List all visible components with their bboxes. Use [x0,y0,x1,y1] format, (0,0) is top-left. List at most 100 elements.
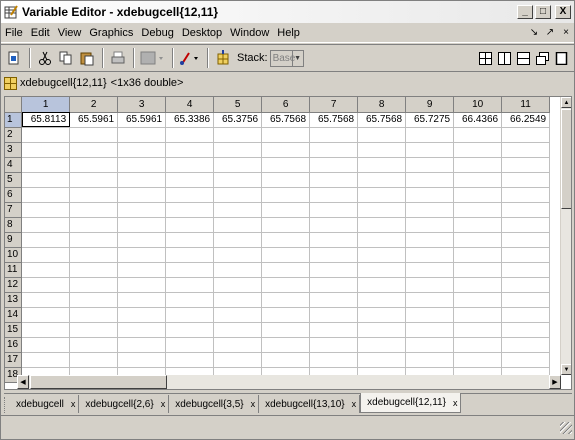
column-header[interactable]: 5 [213,97,263,113]
grid-cell[interactable] [501,157,551,173]
grid-cell[interactable] [501,232,551,248]
row-header[interactable]: 7 [5,202,23,218]
grid-cell[interactable] [165,202,215,218]
grid-cell[interactable] [453,262,503,278]
grid-cell[interactable] [357,202,407,218]
grid-cell[interactable] [117,232,167,248]
grid-cell[interactable] [69,322,119,338]
grid-cell[interactable] [117,352,167,368]
document-tab[interactable]: xdebugcell x [10,395,80,413]
row-header[interactable]: 11 [5,262,23,278]
document-tab[interactable]: xdebugcell{2,6} x [79,395,170,413]
grid-cell[interactable] [453,247,503,263]
grid-cell[interactable] [213,337,263,353]
grid-cell[interactable]: 65.7568 [357,112,407,128]
document-tab[interactable]: xdebugcell{3,5} x [169,395,260,413]
vertical-scrollbar[interactable]: ▲ ▼ [560,97,571,375]
grid-cell[interactable] [405,307,455,323]
column-header[interactable]: 4 [165,97,215,113]
top-bottom-icon[interactable] [515,50,532,67]
grid-cell[interactable] [213,247,263,263]
grid-cell[interactable] [357,292,407,308]
grid-cell[interactable] [501,322,551,338]
row-header[interactable]: 3 [5,142,23,158]
row-header[interactable]: 17 [5,352,23,368]
column-header[interactable]: 7 [309,97,359,113]
grid-cell[interactable] [309,307,359,323]
grid-cell[interactable] [69,187,119,203]
grid-cell[interactable] [309,127,359,143]
menu-desktop[interactable]: Desktop [178,27,226,39]
grid-cell[interactable] [165,217,215,233]
grid-cell[interactable] [501,277,551,293]
grid-cell[interactable]: 65.7568 [261,112,311,128]
vertical-scroll-thumb[interactable] [561,109,571,209]
grid-cell[interactable] [309,232,359,248]
grid-cell[interactable] [357,157,407,173]
paste-icon[interactable] [77,48,97,68]
grid-cell[interactable] [21,352,71,368]
row-header[interactable]: 1 [5,112,23,128]
grid-cell[interactable] [261,337,311,353]
grid-cell[interactable] [453,202,503,218]
grid-cell[interactable] [405,127,455,143]
grid-cell[interactable] [261,352,311,368]
grid-cell[interactable] [21,262,71,278]
grid-cell[interactable] [117,262,167,278]
row-header[interactable]: 9 [5,232,23,248]
grid-cell[interactable] [357,172,407,188]
grid-cell[interactable] [213,142,263,158]
grid-cell[interactable] [453,337,503,353]
menu-window[interactable]: Window [226,27,273,39]
grid-cell[interactable] [357,352,407,368]
grid-cell[interactable] [357,337,407,353]
grid-cell[interactable] [405,172,455,188]
grid-cell[interactable] [309,292,359,308]
menu-graphics[interactable]: Graphics [85,27,137,39]
grid-cell[interactable] [357,142,407,158]
grid-cell[interactable] [309,337,359,353]
grid-cell[interactable] [501,172,551,188]
grid-cell[interactable] [357,277,407,293]
grid-cell[interactable] [213,322,263,338]
scroll-down-icon[interactable]: ▼ [561,364,571,375]
column-header[interactable]: 3 [117,97,167,113]
column-header[interactable]: 6 [261,97,311,113]
grid-cell[interactable] [165,127,215,143]
grid-cell[interactable] [453,322,503,338]
grid-cell[interactable] [261,127,311,143]
row-header[interactable]: 4 [5,157,23,173]
grid-cell[interactable] [165,157,215,173]
scroll-up-icon[interactable]: ▲ [561,97,571,108]
grid-cell[interactable] [405,157,455,173]
grid-cell[interactable] [69,232,119,248]
grid-cell[interactable]: 65.3386 [165,112,215,128]
grid-cell[interactable] [453,172,503,188]
menu-help[interactable]: Help [273,27,304,39]
grid-cell[interactable] [405,232,455,248]
grid-cell[interactable] [405,352,455,368]
grid-cell[interactable] [117,292,167,308]
grid-cell[interactable] [213,277,263,293]
column-header[interactable]: 1 [21,97,71,113]
grid-cell[interactable] [501,187,551,203]
grid-cell[interactable] [165,262,215,278]
grid-cell[interactable] [357,127,407,143]
grid-cell[interactable] [405,262,455,278]
grid-cell[interactable] [309,142,359,158]
grid-cell[interactable] [309,352,359,368]
maximize-icon[interactable] [553,50,570,67]
print-icon[interactable] [108,48,128,68]
grid-cell[interactable] [117,322,167,338]
grid-cell[interactable] [21,247,71,263]
tile-icon[interactable] [477,50,494,67]
grid-cell[interactable] [21,307,71,323]
grid-cell[interactable] [117,337,167,353]
grid-cell[interactable] [309,217,359,233]
close-tab-icon[interactable]: x [251,399,256,409]
grid-cell[interactable] [213,202,263,218]
grid-cell[interactable] [117,172,167,188]
grid-cell[interactable] [117,307,167,323]
close-tab-icon[interactable]: x [71,399,76,409]
grid-cell[interactable] [165,337,215,353]
